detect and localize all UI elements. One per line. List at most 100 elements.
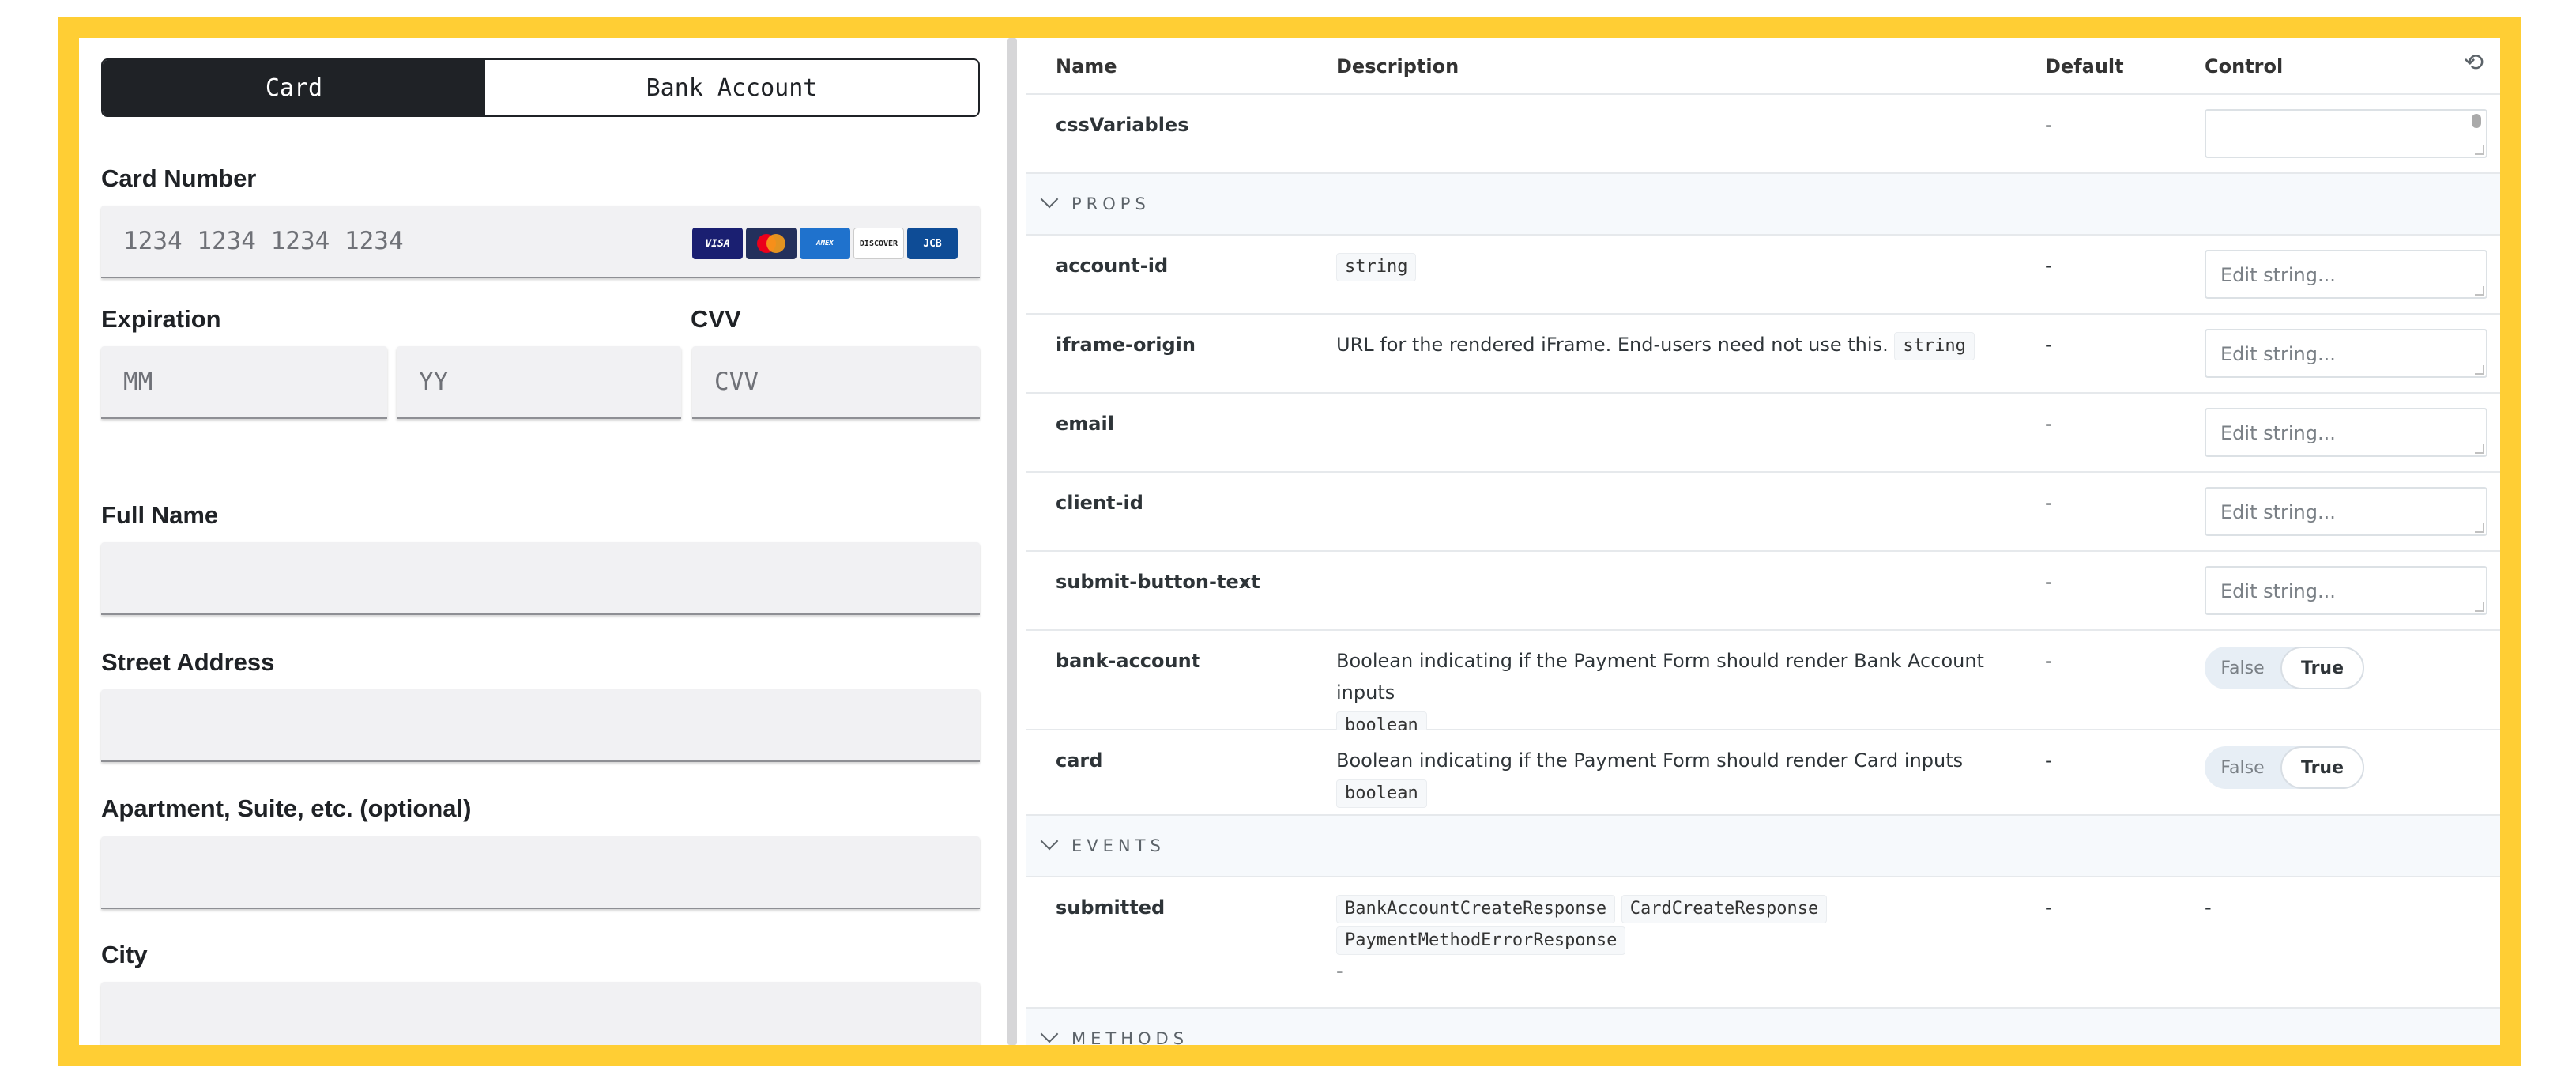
payment-method-tabs: Card Bank Account <box>101 58 980 117</box>
table-row: client-id - Edit string... <box>1026 473 2500 552</box>
methods-section-header[interactable]: METHODS <box>1026 1009 2500 1045</box>
arg-control: - <box>2205 896 2212 919</box>
arg-name: submitted <box>1056 896 1166 919</box>
arg-name: bank-account <box>1056 650 1201 672</box>
cvv-input[interactable]: CVV <box>692 346 980 419</box>
reset-icon[interactable]: ⟲ <box>2464 49 2484 77</box>
arg-name: account-id <box>1056 255 1169 277</box>
arg-default: - <box>2045 114 2052 136</box>
full-name-label: Full Name <box>101 501 219 529</box>
table-row: submit-button-text - Edit string... <box>1026 552 2500 631</box>
expiration-month-input[interactable]: MM <box>101 346 387 419</box>
arg-description: Boolean indicating if the Payment Form s… <box>1336 745 2016 808</box>
arg-name: email <box>1056 413 1114 435</box>
table-header: Name Description Default Control ⟲ <box>1026 38 2500 95</box>
arg-description: URL for the rendered iFrame. End-users n… <box>1336 329 2016 360</box>
full-name-input[interactable] <box>101 542 980 615</box>
type-badge: BankAccountCreateResponse <box>1336 895 1616 923</box>
description-text: URL for the rendered iFrame. End-users n… <box>1336 334 1889 356</box>
submit-button-text-input[interactable]: Edit string... <box>2205 566 2487 615</box>
arg-default: - <box>2045 413 2052 435</box>
arg-default: - <box>2045 571 2052 593</box>
table-row: card Boolean indicating if the Payment F… <box>1026 730 2500 816</box>
street-address-input[interactable] <box>101 689 980 762</box>
cvv-placeholder: CVV <box>714 368 759 396</box>
type-badge: PaymentMethodErrorResponse <box>1336 926 1626 955</box>
events-section-label: EVENTS <box>1071 836 1166 855</box>
pane-resize-handle[interactable] <box>1007 38 1017 1045</box>
storybook-canvas: Card Bank Account Card Number 1234 1234 … <box>79 38 2500 1045</box>
chevron-down-icon <box>1040 1025 1059 1043</box>
client-id-input[interactable]: Edit string... <box>2205 487 2487 536</box>
card-number-input[interactable]: 1234 1234 1234 1234 VISA AMEX DISCOVER J… <box>101 206 980 278</box>
table-row: submitted BankAccountCreateResponse Card… <box>1026 877 2500 1009</box>
expiration-year-input[interactable]: YY <box>397 346 681 419</box>
card-number-label: Card Number <box>101 164 257 192</box>
toggle-true[interactable]: True <box>2280 647 2364 689</box>
card-toggle[interactable]: False True <box>2205 746 2364 789</box>
props-section-header[interactable]: PROPS <box>1026 174 2500 236</box>
expiration-label: Expiration <box>101 305 221 333</box>
street-address-label: Street Address <box>101 648 275 676</box>
header-description: Description <box>1336 55 1459 77</box>
tab-card[interactable]: Card <box>103 60 485 115</box>
year-placeholder: YY <box>419 368 449 396</box>
account-id-input[interactable]: Edit string... <box>2205 250 2487 299</box>
card-brand-icons: VISA AMEX DISCOVER JCB <box>692 228 958 259</box>
input-placeholder: Edit string... <box>2220 501 2336 523</box>
table-row: bank-account Boolean indicating if the P… <box>1026 631 2500 740</box>
bank-account-toggle[interactable]: False True <box>2205 647 2364 689</box>
arg-description: Boolean indicating if the Payment Form s… <box>1336 645 2016 740</box>
description-text: - <box>1336 960 1343 982</box>
description-text: Boolean indicating if the Payment Form s… <box>1336 749 1964 772</box>
mastercard-icon <box>746 228 797 259</box>
discover-icon: DISCOVER <box>853 228 904 259</box>
payment-form-preview: Card Bank Account Card Number 1234 1234 … <box>79 38 1004 1045</box>
arg-name: iframe-origin <box>1056 334 1196 356</box>
type-badge: string <box>1894 332 1975 360</box>
city-input[interactable] <box>101 982 980 1045</box>
toggle-false[interactable]: False <box>2205 758 2280 778</box>
type-badge: string <box>1336 253 1417 281</box>
month-placeholder: MM <box>123 368 153 396</box>
jcb-icon: JCB <box>907 228 958 259</box>
tab-bank-account[interactable]: Bank Account <box>485 60 978 115</box>
card-number-placeholder: 1234 1234 1234 1234 <box>123 227 404 255</box>
input-placeholder: Edit string... <box>2220 264 2336 286</box>
apartment-label: Apartment, Suite, etc. (optional) <box>101 794 472 822</box>
arg-name: client-id <box>1056 492 1143 514</box>
header-default: Default <box>2045 55 2124 77</box>
arg-description: BankAccountCreateResponse CardCreateResp… <box>1336 892 2016 987</box>
table-row: cssVariables - <box>1026 95 2500 174</box>
type-badge: CardCreateResponse <box>1621 895 1828 923</box>
chevron-down-icon <box>1040 832 1059 851</box>
toggle-false[interactable]: False <box>2205 658 2280 678</box>
methods-section-label: METHODS <box>1071 1029 1189 1045</box>
props-section-label: PROPS <box>1071 194 1151 213</box>
description-text: Boolean indicating if the Payment Form s… <box>1336 650 1984 704</box>
cvv-label: CVV <box>691 305 741 333</box>
header-control: Control <box>2205 55 2284 77</box>
type-badge: boolean <box>1336 779 1427 808</box>
table-row: email - Edit string... <box>1026 394 2500 473</box>
events-section-header[interactable]: EVENTS <box>1026 816 2500 877</box>
cssvariables-object-editor[interactable] <box>2205 109 2487 158</box>
email-input[interactable]: Edit string... <box>2205 408 2487 457</box>
amex-icon: AMEX <box>800 228 850 259</box>
header-name: Name <box>1056 55 1117 77</box>
arg-default: - <box>2045 650 2052 672</box>
apartment-input[interactable] <box>101 836 980 909</box>
input-placeholder: Edit string... <box>2220 422 2336 444</box>
arg-default: - <box>2045 255 2052 277</box>
arg-name: submit-button-text <box>1056 571 1260 593</box>
input-placeholder: Edit string... <box>2220 580 2336 602</box>
arg-name: card <box>1056 749 1103 772</box>
arg-default: - <box>2045 749 2052 772</box>
arg-default: - <box>2045 896 2052 919</box>
arg-default: - <box>2045 334 2052 356</box>
visa-icon: VISA <box>692 228 743 259</box>
iframe-origin-input[interactable]: Edit string... <box>2205 329 2487 378</box>
yellow-frame: Card Bank Account Card Number 1234 1234 … <box>58 17 2521 1066</box>
args-table: Name Description Default Control ⟲ cssVa… <box>1026 38 2500 1045</box>
toggle-true[interactable]: True <box>2280 746 2364 789</box>
